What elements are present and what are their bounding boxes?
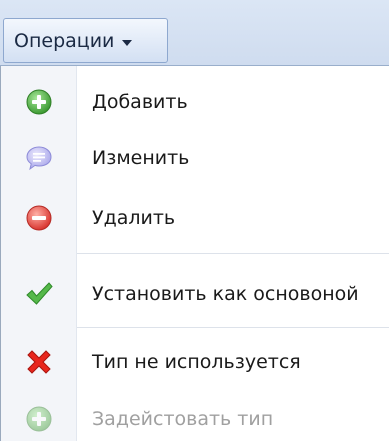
menu-separator xyxy=(77,327,389,328)
operations-dropdown-menu: Добавить Изменить Удалить Установить как… xyxy=(1,66,389,441)
edit-icon xyxy=(24,143,54,173)
menu-item-label: Добавить xyxy=(92,91,188,113)
menu-item-delete[interactable]: Удалить xyxy=(1,190,389,246)
operations-menu-button[interactable]: Операции xyxy=(3,18,168,63)
delete-icon xyxy=(24,203,54,233)
menu-item-label: Удалить xyxy=(92,207,176,229)
add-icon xyxy=(24,404,54,434)
menu-item-type-not-used[interactable]: Тип не используется xyxy=(1,334,389,390)
menu-item-label: Тип не используется xyxy=(92,351,301,373)
menu-item-label: Изменить xyxy=(92,147,190,169)
menu-item-label: Задейстовать тип xyxy=(92,408,274,430)
menu-item-label: Установить как основоной xyxy=(92,283,359,305)
toolbar: Операции xyxy=(0,0,389,66)
cross-icon xyxy=(24,347,54,377)
chevron-down-icon xyxy=(122,39,133,46)
menu-item-add[interactable]: Добавить xyxy=(1,74,389,130)
add-icon xyxy=(24,87,54,117)
checkmark-icon xyxy=(24,279,54,309)
menu-item-activate-type: Задейстовать тип xyxy=(1,391,389,447)
menu-item-set-as-main[interactable]: Установить как основоной xyxy=(1,266,389,322)
menu-separator xyxy=(77,253,389,254)
operations-menu-label: Операции xyxy=(14,29,115,52)
menu-item-edit[interactable]: Изменить xyxy=(1,130,389,186)
